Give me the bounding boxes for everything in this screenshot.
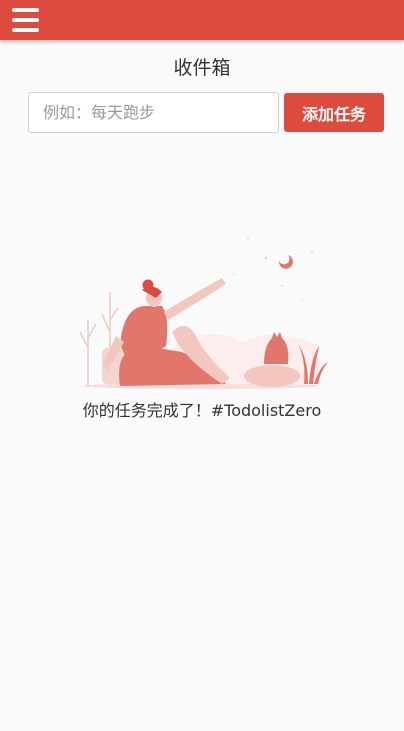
stars-icon	[233, 237, 313, 301]
hamburger-menu-icon[interactable]	[12, 7, 40, 33]
task-input[interactable]	[28, 92, 279, 133]
empty-state-illustration	[79, 237, 328, 389]
top-app-bar	[0, 0, 404, 40]
menu-bar-middle	[12, 18, 39, 22]
menu-bar-top	[12, 8, 39, 12]
moon-icon	[278, 255, 293, 269]
add-task-form: 添加任务	[28, 92, 384, 133]
woman-figure	[102, 278, 230, 386]
empty-state-message: 你的任务完成了！#TodolistZero	[82, 401, 322, 420]
menu-bar-bottom	[12, 28, 39, 32]
add-task-button[interactable]: 添加任务	[284, 93, 384, 132]
page-title: 收件箱	[173, 57, 231, 79]
